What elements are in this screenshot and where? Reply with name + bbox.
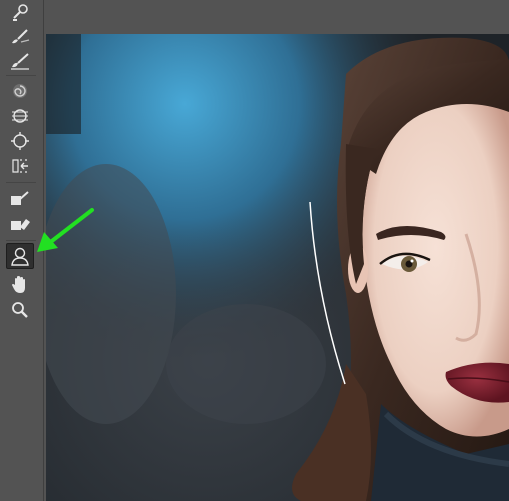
bloat-icon <box>10 132 30 150</box>
brush-tool[interactable] <box>8 50 32 72</box>
twirl-icon <box>11 82 29 100</box>
hand-tool[interactable] <box>8 274 32 296</box>
face-tool[interactable] <box>6 243 34 269</box>
twirl-tool[interactable] <box>8 80 32 102</box>
document-canvas[interactable] <box>46 34 509 501</box>
mixer-brush-icon <box>9 28 31 46</box>
hand-icon <box>11 275 29 295</box>
zoom-tool[interactable] <box>8 299 32 321</box>
brush-icon <box>9 52 31 70</box>
pucker-icon <box>10 107 30 125</box>
tools-panel <box>0 0 44 501</box>
bloat-tool[interactable] <box>8 130 32 152</box>
face-tool-icon <box>10 246 30 266</box>
pucker-tool[interactable] <box>8 105 32 127</box>
freeze-mask-tool[interactable] <box>8 188 32 210</box>
brush-picker-icon <box>10 4 30 22</box>
toolbar-divider <box>6 75 36 76</box>
freeze-mask-icon <box>9 190 31 208</box>
push-left-tool[interactable] <box>8 155 32 177</box>
toolbar-divider <box>6 240 36 241</box>
push-left-icon <box>10 157 30 175</box>
thaw-mask-tool[interactable] <box>8 213 32 235</box>
zoom-icon <box>11 301 29 319</box>
mixer-brush-tool[interactable] <box>8 26 32 48</box>
toolbar-divider <box>6 182 36 183</box>
app-window <box>0 0 509 501</box>
options-bar <box>44 0 509 34</box>
thaw-mask-icon <box>9 215 31 233</box>
portrait-photo <box>46 34 509 501</box>
brush-preset-tool[interactable] <box>8 2 32 24</box>
